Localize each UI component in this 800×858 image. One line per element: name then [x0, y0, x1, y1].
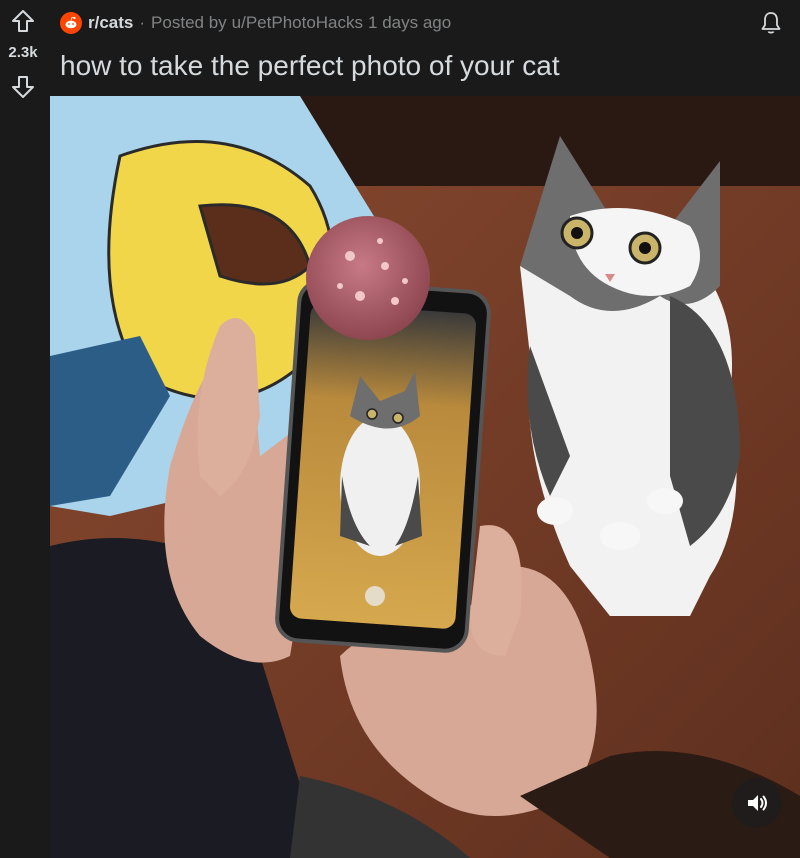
- reddit-alien-icon[interactable]: [60, 12, 82, 34]
- post-media-video[interactable]: [50, 96, 800, 858]
- author-link[interactable]: u/PetPhotoHacks: [232, 13, 363, 33]
- post-timestamp: 1 days ago: [368, 13, 452, 32]
- vote-column: 2.3k: [0, 0, 46, 120]
- reddit-post: 2.3k r/cats · Posted by u/PetPhotoHacks …: [0, 0, 800, 858]
- upvote-arrow-icon: [12, 10, 34, 32]
- downvote-button[interactable]: [10, 74, 36, 100]
- meta-separator: ·: [139, 13, 146, 32]
- upvote-button[interactable]: [10, 8, 36, 34]
- posted-by-label: Posted by: [151, 13, 227, 32]
- post-title[interactable]: how to take the perfect photo of your ca…: [60, 50, 560, 82]
- bell-icon: [761, 12, 781, 34]
- subreddit-link[interactable]: r/cats: [88, 13, 133, 33]
- vote-score: 2.3k: [8, 44, 38, 61]
- post-meta: r/cats · Posted by u/PetPhotoHacks 1 day…: [60, 10, 451, 36]
- notification-bell-button[interactable]: [758, 10, 784, 36]
- audio-toggle-button[interactable]: [732, 778, 782, 828]
- downvote-arrow-icon: [12, 76, 34, 98]
- cat-photo-illustration: [50, 96, 800, 858]
- speaker-icon: [748, 795, 767, 811]
